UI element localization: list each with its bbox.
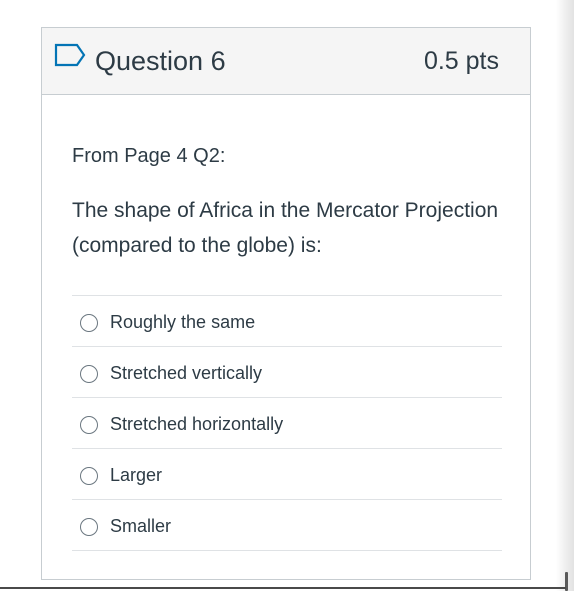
- answer-label: Larger: [110, 465, 163, 485]
- question-points: 0.5 pts: [423, 47, 499, 75]
- radio-button[interactable]: [80, 518, 98, 536]
- answer-option[interactable]: Stretched horizontally: [72, 398, 502, 449]
- answer-option[interactable]: Roughly the same: [72, 296, 502, 347]
- radio-button[interactable]: [80, 467, 98, 485]
- radio-button[interactable]: [80, 416, 98, 434]
- answer-label: Stretched horizontally: [110, 414, 284, 434]
- radio-button[interactable]: [80, 365, 98, 383]
- answer-label: Smaller: [110, 516, 172, 536]
- question-source: From Page 4 Q2:: [72, 145, 226, 167]
- bottom-divider: [0, 587, 566, 589]
- answer-option[interactable]: Stretched vertically: [72, 347, 502, 398]
- question-header: Question 6 0.5 pts: [42, 28, 530, 95]
- answers-list: Roughly the same Stretched vertically St…: [72, 295, 502, 551]
- answer-option[interactable]: Larger: [72, 449, 502, 500]
- answer-option[interactable]: Smaller: [72, 500, 502, 551]
- answer-label: Stretched vertically: [110, 363, 263, 383]
- question-card: Question 6 0.5 pts From Page 4 Q2: The s…: [41, 27, 531, 580]
- answer-label: Roughly the same: [110, 312, 256, 332]
- question-title: Question 6: [95, 46, 226, 76]
- question-text: The shape of Africa in the Mercator Proj…: [72, 199, 499, 257]
- bookmark-flag-icon[interactable]: [54, 43, 86, 67]
- radio-button[interactable]: [80, 314, 98, 332]
- page-edge-shade: [556, 0, 574, 591]
